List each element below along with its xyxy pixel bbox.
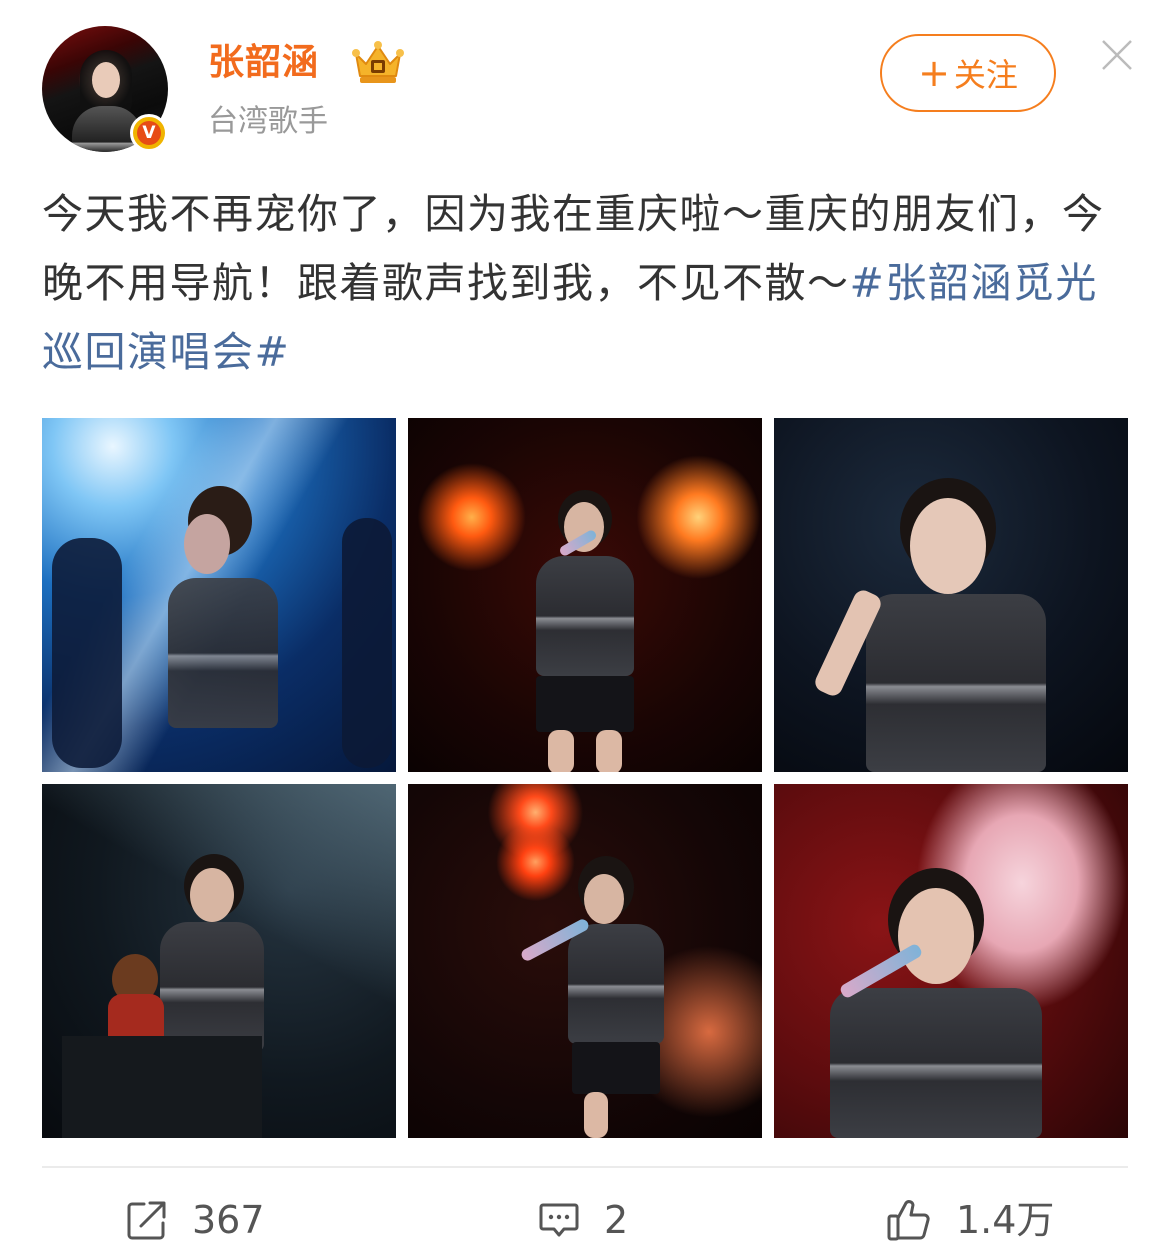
repost-button[interactable]: 367	[126, 1194, 265, 1246]
follow-label: 关注	[953, 56, 1018, 94]
photo-grid	[42, 418, 1128, 1138]
user-name[interactable]: 张韶涵	[208, 40, 319, 86]
user-description: 台湾歌手	[208, 104, 328, 139]
comment-icon	[539, 1203, 579, 1237]
comment-count: 2	[604, 1198, 629, 1242]
photo-1[interactable]	[42, 418, 396, 772]
photo-5[interactable]	[408, 784, 762, 1138]
comment-button[interactable]: 2	[538, 1194, 628, 1246]
repost-count: 367	[192, 1198, 265, 1242]
photo-6[interactable]	[774, 784, 1128, 1138]
like-count: 1.4万	[956, 1198, 1055, 1242]
close-icon[interactable]	[1100, 38, 1134, 72]
repost-icon	[127, 1201, 166, 1240]
crown-icon	[352, 41, 404, 83]
plus-icon: +	[918, 51, 950, 95]
photo-2[interactable]	[408, 418, 762, 772]
post-text: 今天我不再宠你了，因为我在重庆啦～重庆的朋友们，今晚不用导航！跟着歌声找到我，不…	[42, 180, 1132, 387]
thumbs-up-icon	[887, 1200, 930, 1241]
photo-4[interactable]	[42, 784, 396, 1138]
follow-button[interactable]: + 关注	[880, 34, 1056, 112]
photo-3[interactable]	[774, 418, 1128, 772]
verified-badge: V	[130, 114, 168, 152]
divider	[42, 1166, 1128, 1168]
like-button[interactable]: 1.4万	[886, 1194, 1054, 1246]
